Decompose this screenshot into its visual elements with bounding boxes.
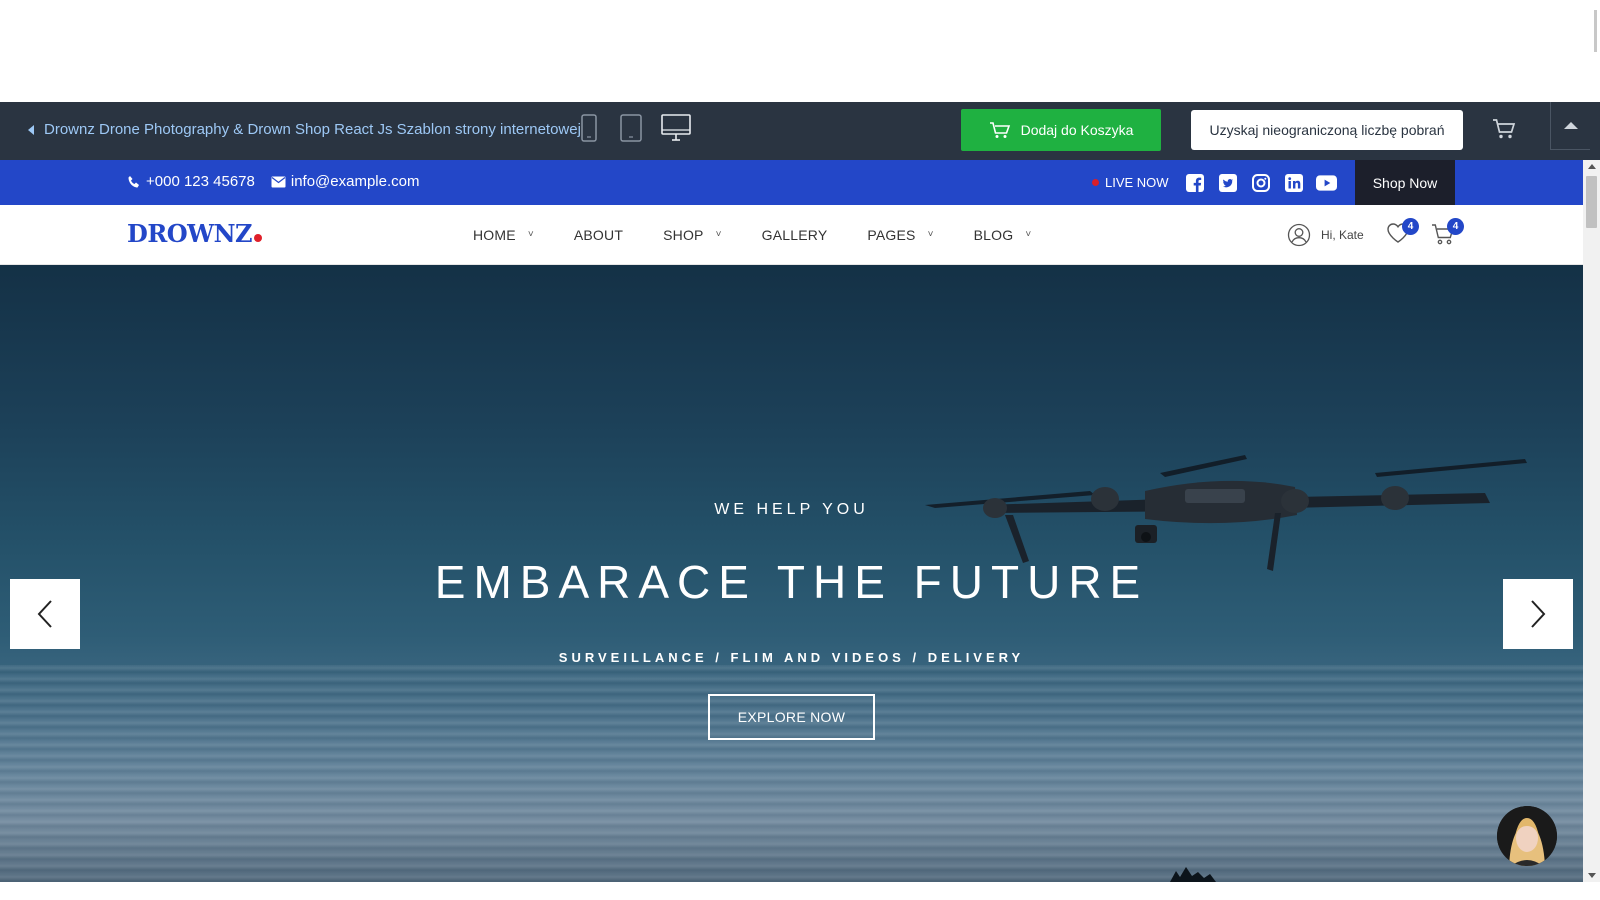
- instagram-icon[interactable]: [1250, 172, 1271, 193]
- nav-item-home[interactable]: HOME ˅: [473, 227, 534, 243]
- slider-prev-button[interactable]: [10, 579, 80, 649]
- linkedin-icon[interactable]: [1283, 172, 1304, 193]
- cart-icon: [989, 122, 1010, 138]
- page-bottom-edge: [0, 882, 1600, 900]
- chevron-right-icon: [1531, 600, 1546, 628]
- chevron-left-icon: [37, 600, 52, 628]
- youtube-icon[interactable]: [1316, 172, 1337, 193]
- nav-item-gallery[interactable]: GALLERY: [762, 227, 828, 243]
- add-to-cart-button[interactable]: Dodaj do Koszyka: [961, 109, 1161, 151]
- logo-dot-icon: [254, 234, 263, 242]
- main-navigation: DROWNZ HOME ˅ ABOUT SHOP ˅ GALLERY PAGES…: [0, 205, 1583, 265]
- cart-count-badge: 4: [1447, 218, 1464, 235]
- nav-item-about[interactable]: ABOUT: [574, 227, 623, 243]
- unlimited-downloads-button[interactable]: Uzyskaj nieograniczoną liczbę pobrań: [1191, 110, 1463, 150]
- contact-info: +000 123 45678 info@example.com: [127, 173, 420, 190]
- chevron-down-icon: ˅: [927, 228, 934, 240]
- phone-link[interactable]: +000 123 45678: [127, 173, 255, 190]
- wishlist-count-badge: 4: [1402, 218, 1419, 235]
- support-avatar-icon: [1497, 806, 1557, 866]
- caret-left-icon: [28, 124, 34, 135]
- nav-item-label: HOME: [473, 227, 516, 243]
- user-icon: [1287, 223, 1311, 247]
- nav-item-shop[interactable]: SHOP ˅: [663, 227, 722, 243]
- nav-item-label: GALLERY: [761, 227, 828, 243]
- social-links: [1184, 172, 1337, 193]
- page-scrollbar[interactable]: [1583, 160, 1600, 882]
- slider-next-button[interactable]: [1503, 579, 1573, 649]
- facebook-icon[interactable]: [1184, 172, 1205, 193]
- nav-item-pages[interactable]: PAGES ˅: [867, 227, 933, 243]
- info-bar: +000 123 45678 info@example.com LIVE NOW: [0, 160, 1583, 205]
- unlimited-downloads-label: Uzyskaj nieograniczoną liczbę pobrań: [1209, 122, 1445, 138]
- envelope-icon: [271, 176, 286, 187]
- add-to-cart-label: Dodaj do Koszyka: [1020, 122, 1134, 138]
- scroll-down-icon[interactable]: [1588, 873, 1596, 878]
- nav-item-label: SHOP: [663, 227, 704, 243]
- chevron-down-icon: ˅: [1025, 228, 1032, 240]
- live-dot-icon: [1092, 179, 1099, 186]
- twitter-icon[interactable]: [1217, 172, 1238, 193]
- chat-avatar-button[interactable]: [1497, 806, 1557, 866]
- hero-tags: SURVEILLANCE / FLIM AND VIDEOS / DELIVER…: [558, 650, 1025, 665]
- site-logo[interactable]: DROWNZ: [127, 219, 263, 248]
- explore-now-label: EXPLORE NOW: [737, 709, 846, 725]
- desktop-icon[interactable]: [661, 114, 691, 142]
- back-link[interactable]: Drownz Drone Photography & Drown Shop Re…: [28, 121, 581, 138]
- user-greeting: Hi, Kate: [1321, 228, 1364, 242]
- nav-item-label: ABOUT: [573, 227, 624, 243]
- nav-item-blog[interactable]: BLOG ˅: [974, 227, 1032, 243]
- scroll-thumb[interactable]: [1586, 176, 1597, 228]
- shop-now-label: Shop Now: [1372, 174, 1438, 191]
- wishlist-button[interactable]: 4: [1386, 218, 1419, 249]
- explore-now-button[interactable]: EXPLORE NOW: [708, 694, 875, 740]
- shop-now-button[interactable]: Shop Now: [1355, 160, 1455, 205]
- phone-icon[interactable]: [581, 114, 597, 142]
- browser-viewport: Drownz Drone Photography & Drown Shop Re…: [0, 0, 1600, 900]
- live-now-label: LIVE NOW: [1105, 175, 1169, 190]
- chevron-down-icon: ˅: [527, 228, 534, 240]
- nav-menu: HOME ˅ ABOUT SHOP ˅ GALLERY PAGES ˅ BLOG…: [473, 205, 1071, 265]
- email-link[interactable]: info@example.com: [271, 173, 420, 190]
- back-link-label: Drownz Drone Photography & Drown Shop Re…: [44, 121, 581, 138]
- collapse-toolbar-button[interactable]: [1550, 102, 1590, 150]
- user-account-link[interactable]: Hi, Kate: [1287, 223, 1364, 247]
- tablet-icon[interactable]: [620, 114, 642, 142]
- live-now-link[interactable]: LIVE NOW: [1092, 175, 1169, 190]
- email-address: info@example.com: [290, 173, 420, 190]
- nav-item-label: BLOG: [973, 227, 1014, 243]
- toolbar-cart-icon[interactable]: [1492, 118, 1516, 140]
- treeline-silhouette: [1170, 867, 1216, 882]
- logo-text: DROWNZ: [127, 219, 253, 248]
- outer-scrollbar[interactable]: [1591, 0, 1600, 102]
- scroll-up-icon[interactable]: [1588, 164, 1596, 169]
- hero-title: EMBARACE THE FUTURE: [434, 556, 1149, 608]
- hero-slider: WE HELP YOU EMBARACE THE FUTURE SURVEILL…: [0, 265, 1583, 882]
- nav-item-label: PAGES: [867, 227, 916, 243]
- cart-button[interactable]: 4: [1431, 218, 1464, 251]
- phone-call-icon: [128, 175, 139, 187]
- hero-subtitle: WE HELP YOU: [714, 501, 869, 518]
- phone-number: +000 123 45678: [146, 173, 255, 190]
- chevron-down-icon: ˅: [715, 228, 722, 240]
- caret-up-icon: [1563, 122, 1578, 129]
